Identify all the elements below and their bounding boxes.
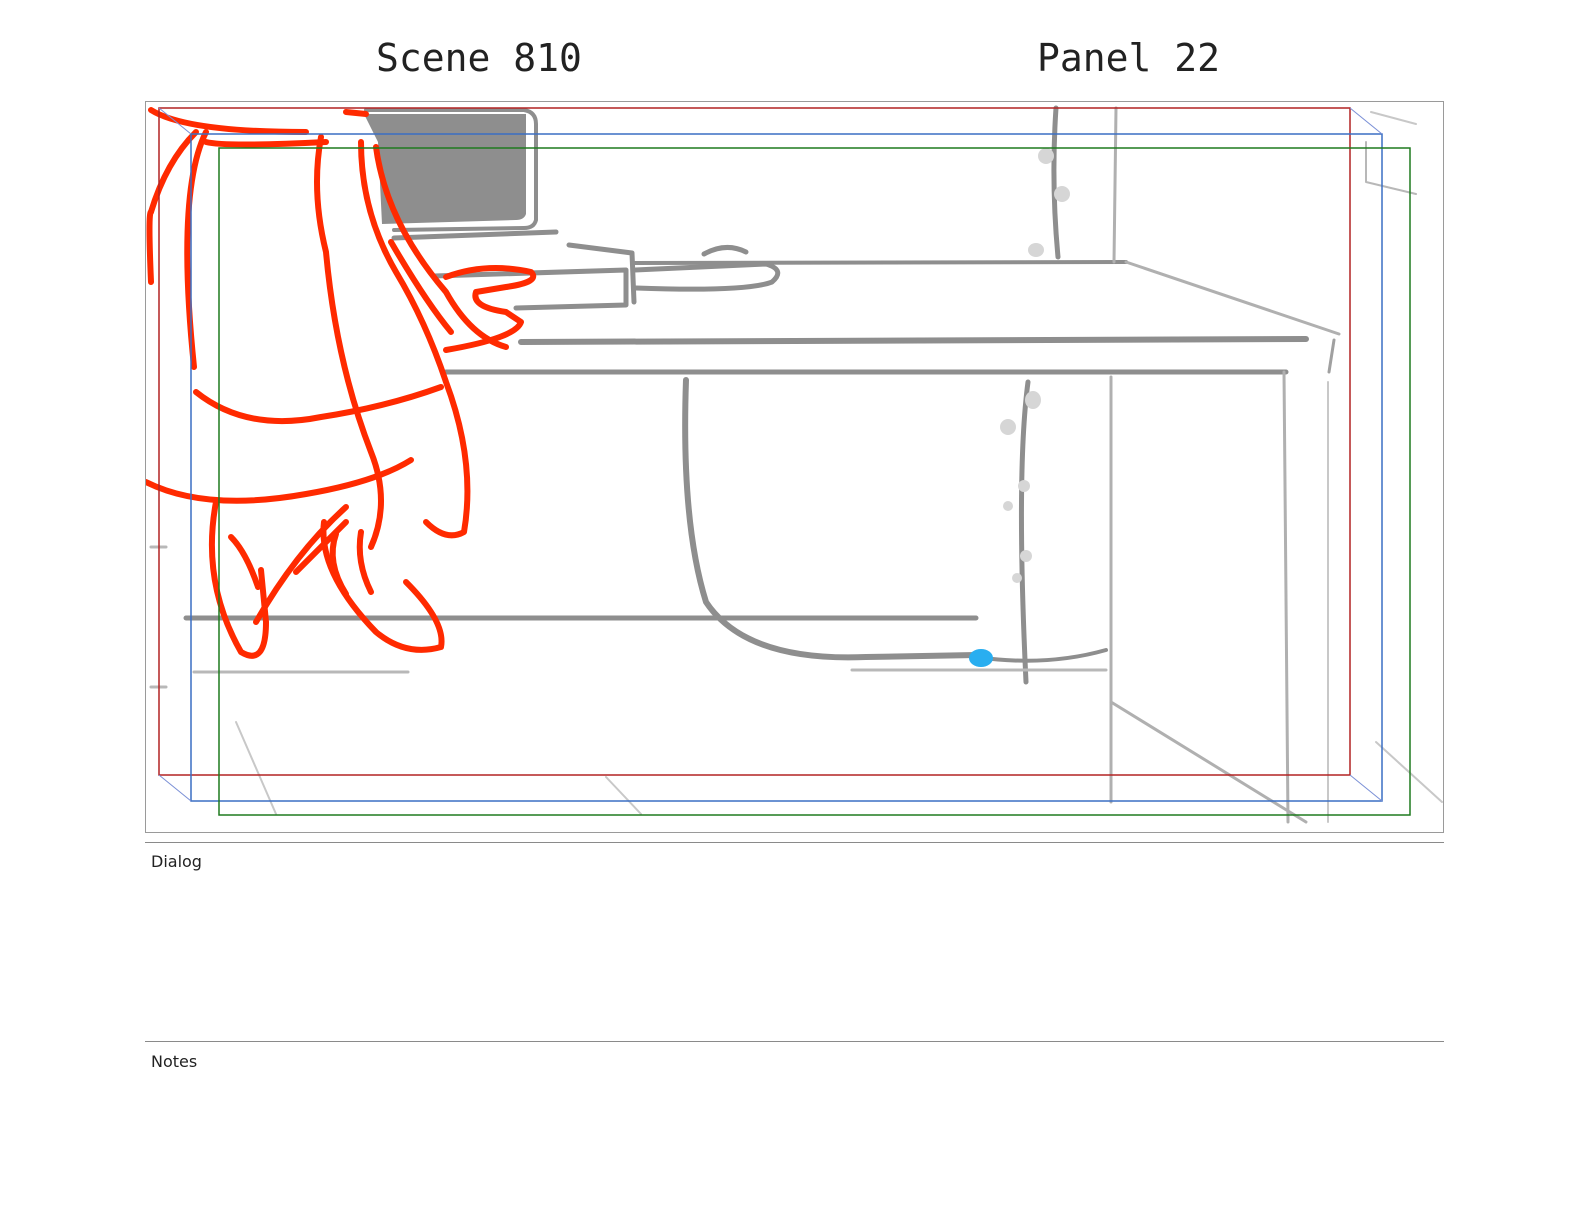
scene-number: Scene 810 bbox=[376, 36, 582, 80]
panel-number: Panel 22 bbox=[1037, 36, 1221, 80]
blue-marker-dot bbox=[969, 649, 993, 667]
notes-divider bbox=[145, 1041, 1444, 1042]
dialog-divider bbox=[145, 842, 1444, 843]
background-desk-sketch bbox=[149, 105, 1443, 824]
dialog-label: Dialog bbox=[151, 852, 202, 871]
safe-frame-red bbox=[158, 107, 1351, 776]
background-dots bbox=[1000, 148, 1070, 583]
safe-frame-blue bbox=[190, 133, 1383, 802]
notes-label: Notes bbox=[151, 1052, 198, 1071]
storyboard-panel-image bbox=[145, 101, 1444, 833]
